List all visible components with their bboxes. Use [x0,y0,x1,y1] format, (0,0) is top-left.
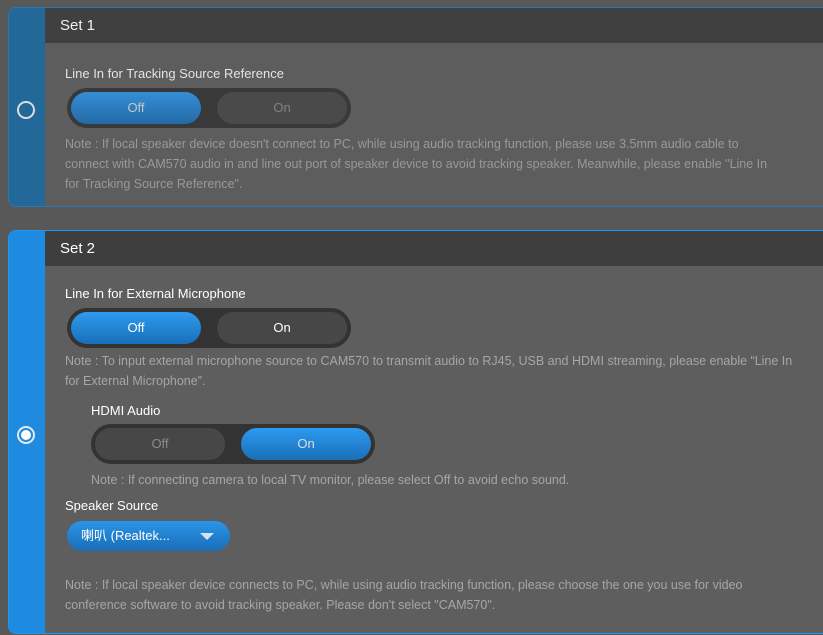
set1-note: Note : If local speaker device doesn't c… [65,137,768,191]
set1-radio-button[interactable] [17,101,35,119]
hdmi-audio-off-option[interactable]: Off [95,428,225,460]
set1-title: Set 1 [45,8,823,43]
line-in-tracking-off-option[interactable]: Off [71,92,201,124]
line-in-mic-on-option[interactable]: On [217,312,347,344]
speaker-source-value: 喇叭 (Realtek... [81,528,170,543]
line-in-tracking-toggle: Off On [67,88,351,128]
chevron-down-icon [200,533,214,540]
line-in-tracking-on-option[interactable]: On [217,92,347,124]
speaker-source-label: Speaker Source [65,498,159,513]
hdmi-audio-on-option[interactable]: On [241,428,371,460]
line-in-tracking-label: Line In for Tracking Source Reference [65,66,284,81]
hdmi-audio-toggle: Off On [91,424,375,464]
line-in-mic-label: Line In for External Microphone [65,286,246,301]
set2-title: Set 2 [45,231,823,266]
hdmi-audio-label: HDMI Audio [91,403,161,418]
speaker-source-dropdown[interactable]: 喇叭 (Realtek... [67,521,230,551]
hdmi-audio-note: Note : If connecting camera to local TV … [91,473,570,487]
set2-panel: Set 2 Line In for External Microphone Of… [8,230,823,634]
line-in-mic-off-option[interactable]: Off [71,312,201,344]
speaker-source-note: Note : If local speaker device connects … [65,578,743,612]
set1-panel: Set 1 Line In for Tracking Source Refere… [8,7,823,207]
set2-radio-button[interactable] [17,426,35,444]
line-in-mic-note: Note : To input external microphone sour… [65,354,793,388]
line-in-mic-toggle: Off On [67,308,351,348]
